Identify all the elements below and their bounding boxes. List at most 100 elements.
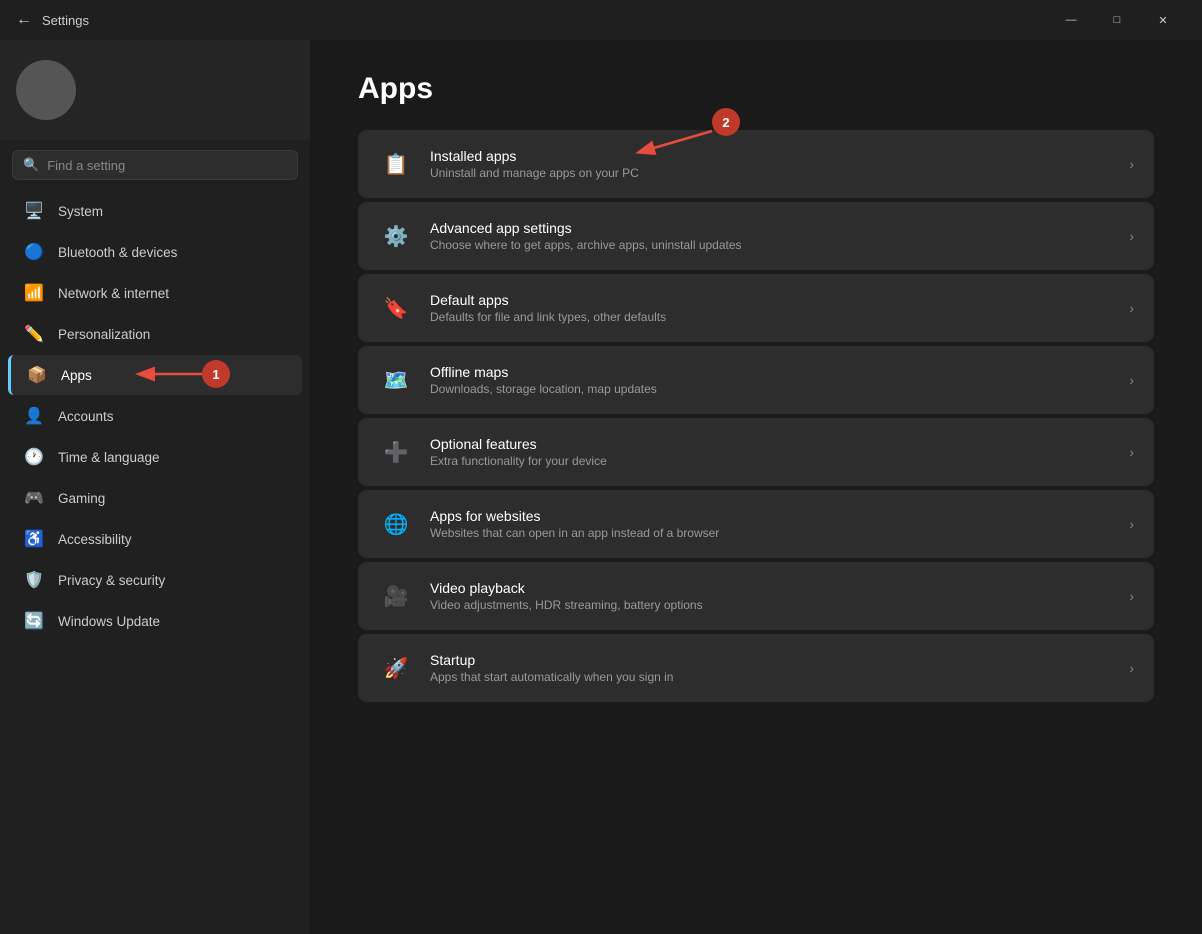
settings-icon-advanced-app-settings: ⚙️ [378,218,414,254]
sidebar-item-personalization[interactable]: ✏️ Personalization [8,314,302,354]
close-button[interactable]: ✕ [1140,0,1186,40]
settings-item-installed-apps[interactable]: 📋 Installed apps Uninstall and manage ap… [358,130,1154,198]
settings-item-optional-features[interactable]: ➕ Optional features Extra functionality … [358,418,1154,486]
nav-icon-time: 🕐 [24,447,44,467]
chevron-icon-video-playback: › [1129,588,1134,604]
settings-text-installed-apps: Installed apps Uninstall and manage apps… [430,148,1129,180]
settings-icon-offline-maps: 🗺️ [378,362,414,398]
settings-text-offline-maps: Offline maps Downloads, storage location… [430,364,1129,396]
settings-icon-default-apps: 🔖 [378,290,414,326]
settings-title-optional-features: Optional features [430,436,1129,452]
chevron-icon-offline-maps: › [1129,372,1134,388]
sidebar-item-update[interactable]: 🔄 Windows Update [8,601,302,641]
page-title: Apps [358,72,1154,106]
settings-icon-optional-features: ➕ [378,434,414,470]
nav-label-bluetooth: Bluetooth & devices [58,245,177,260]
nav-icon-update: 🔄 [24,611,44,631]
settings-text-video-playback: Video playback Video adjustments, HDR st… [430,580,1129,612]
sidebar-item-bluetooth[interactable]: 🔵 Bluetooth & devices [8,232,302,272]
sidebar-item-apps[interactable]: 📦 Apps [8,355,302,395]
settings-item-default-apps[interactable]: 🔖 Default apps Defaults for file and lin… [358,274,1154,342]
nav-label-network: Network & internet [58,286,169,301]
sidebar-item-privacy[interactable]: 🛡️ Privacy & security [8,560,302,600]
settings-desc-advanced-app-settings: Choose where to get apps, archive apps, … [430,238,1129,252]
nav-label-privacy: Privacy & security [58,573,165,588]
chevron-icon-default-apps: › [1129,300,1134,316]
settings-icon-installed-apps: 📋 [378,146,414,182]
chevron-icon-installed-apps: › [1129,156,1134,172]
nav-label-system: System [58,204,103,219]
nav-icon-accounts: 👤 [24,406,44,426]
chevron-icon-apps-for-websites: › [1129,516,1134,532]
settings-title-startup: Startup [430,652,1129,668]
nav-label-update: Windows Update [58,614,160,629]
nav-icon-personalization: ✏️ [24,324,44,344]
sidebar-item-system[interactable]: 🖥️ System [8,191,302,231]
nav-icon-bluetooth: 🔵 [24,242,44,262]
settings-title-apps-for-websites: Apps for websites [430,508,1129,524]
settings-desc-optional-features: Extra functionality for your device [430,454,1129,468]
settings-title-default-apps: Default apps [430,292,1129,308]
settings-desc-video-playback: Video adjustments, HDR streaming, batter… [430,598,1129,612]
nav-icon-privacy: 🛡️ [24,570,44,590]
search-box[interactable]: 🔍 [12,150,298,180]
nav-icon-system: 🖥️ [24,201,44,221]
back-icon[interactable]: ← [16,11,32,29]
settings-title-video-playback: Video playback [430,580,1129,596]
minimize-button[interactable]: — [1048,0,1094,40]
settings-title-offline-maps: Offline maps [430,364,1129,380]
sidebar-item-gaming[interactable]: 🎮 Gaming [8,478,302,518]
settings-item-advanced-app-settings[interactable]: ⚙️ Advanced app settings Choose where to… [358,202,1154,270]
search-input[interactable] [47,158,287,173]
maximize-button[interactable]: □ [1094,0,1140,40]
nav-label-apps: Apps [61,368,92,383]
settings-text-optional-features: Optional features Extra functionality fo… [430,436,1129,468]
nav-icon-gaming: 🎮 [24,488,44,508]
settings-text-default-apps: Default apps Defaults for file and link … [430,292,1129,324]
nav-label-accessibility: Accessibility [58,532,132,547]
settings-list: 📋 Installed apps Uninstall and manage ap… [358,130,1154,702]
sidebar-item-network[interactable]: 📶 Network & internet [8,273,302,313]
sidebar-profile [0,40,310,140]
settings-desc-default-apps: Defaults for file and link types, other … [430,310,1129,324]
avatar [16,60,76,120]
titlebar-left: ← Settings [16,11,89,29]
sidebar-item-time[interactable]: 🕐 Time & language [8,437,302,477]
titlebar: ← Settings — □ ✕ [0,0,1202,40]
nav-list: 🖥️ System 🔵 Bluetooth & devices 📶 Networ… [0,190,310,642]
nav-label-time: Time & language [58,450,160,465]
settings-desc-installed-apps: Uninstall and manage apps on your PC [430,166,1129,180]
chevron-icon-advanced-app-settings: › [1129,228,1134,244]
sidebar: 🔍 🖥️ System 🔵 Bluetooth & devices 📶 Netw… [0,40,310,934]
nav-label-gaming: Gaming [58,491,105,506]
settings-text-advanced-app-settings: Advanced app settings Choose where to ge… [430,220,1129,252]
settings-item-startup[interactable]: 🚀 Startup Apps that start automatically … [358,634,1154,702]
sidebar-item-accessibility[interactable]: ♿ Accessibility [8,519,302,559]
app-body: 🔍 🖥️ System 🔵 Bluetooth & devices 📶 Netw… [0,40,1202,934]
sidebar-item-accounts[interactable]: 👤 Accounts [8,396,302,436]
settings-desc-apps-for-websites: Websites that can open in an app instead… [430,526,1129,540]
settings-icon-apps-for-websites: 🌐 [378,506,414,542]
nav-icon-network: 📶 [24,283,44,303]
chevron-icon-startup: › [1129,660,1134,676]
settings-text-apps-for-websites: Apps for websites Websites that can open… [430,508,1129,540]
nav-icon-accessibility: ♿ [24,529,44,549]
settings-item-offline-maps[interactable]: 🗺️ Offline maps Downloads, storage locat… [358,346,1154,414]
settings-icon-startup: 🚀 [378,650,414,686]
settings-desc-offline-maps: Downloads, storage location, map updates [430,382,1129,396]
settings-title-advanced-app-settings: Advanced app settings [430,220,1129,236]
main-content: Apps 📋 Installed apps Uninstall and mana… [310,40,1202,934]
search-icon: 🔍 [23,157,39,173]
settings-text-startup: Startup Apps that start automatically wh… [430,652,1129,684]
settings-item-apps-for-websites[interactable]: 🌐 Apps for websites Websites that can op… [358,490,1154,558]
nav-icon-apps: 📦 [27,365,47,385]
chevron-icon-optional-features: › [1129,444,1134,460]
titlebar-title: Settings [42,13,89,28]
settings-title-installed-apps: Installed apps [430,148,1129,164]
nav-label-accounts: Accounts [58,409,114,424]
titlebar-controls: — □ ✕ [1048,0,1186,40]
settings-icon-video-playback: 🎥 [378,578,414,614]
settings-item-video-playback[interactable]: 🎥 Video playback Video adjustments, HDR … [358,562,1154,630]
nav-label-personalization: Personalization [58,327,150,342]
settings-desc-startup: Apps that start automatically when you s… [430,670,1129,684]
